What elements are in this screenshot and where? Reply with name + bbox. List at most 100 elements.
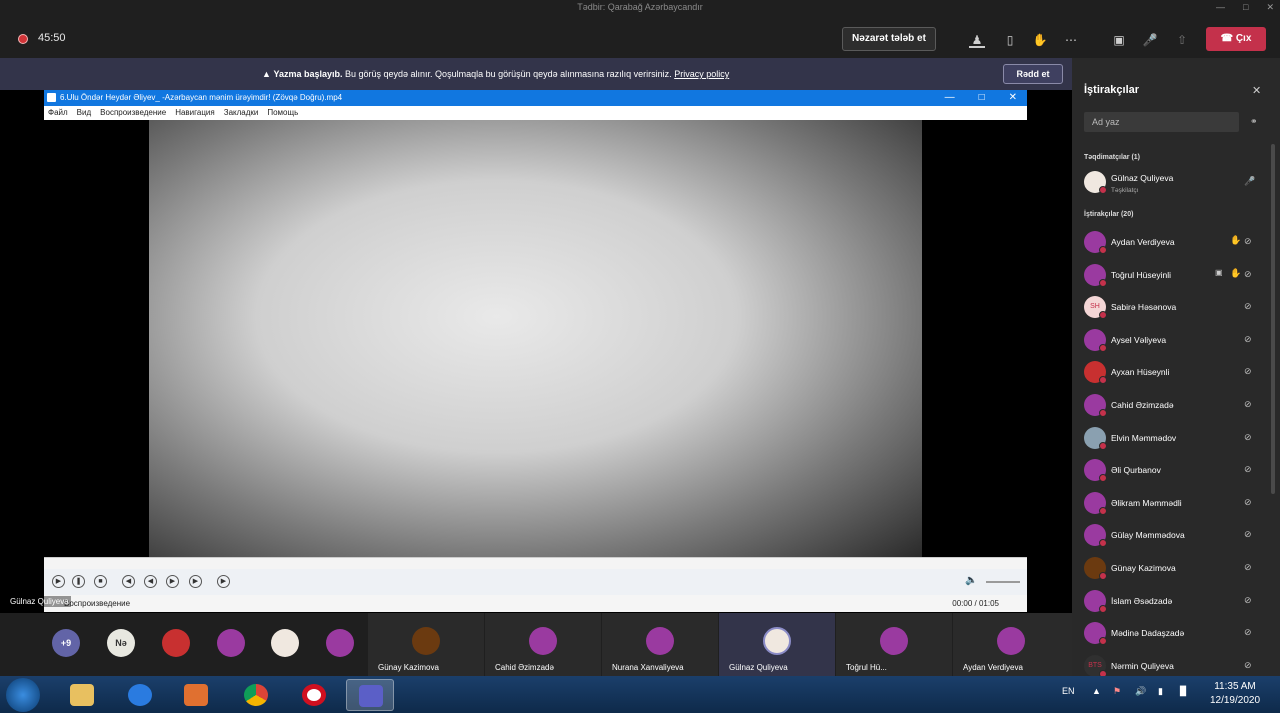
mic-muted-icon: ⊘ <box>1244 627 1252 638</box>
overflow-participants[interactable]: +9 <box>52 629 80 657</box>
avatar <box>217 629 245 657</box>
raised-hand-icon: ✋ <box>1230 267 1242 278</box>
start-button[interactable] <box>6 678 40 712</box>
close-panel-icon[interactable]: ✕ <box>1252 84 1261 97</box>
maximize-icon[interactable]: □ <box>1243 0 1248 14</box>
participant-row[interactable]: Aydan Verdiyeva ✋ ⊘ <box>1084 228 1264 256</box>
participant-row[interactable]: Gülay Məmmədova ⊘ <box>1084 521 1264 549</box>
avatar <box>1084 361 1107 385</box>
participant-row[interactable]: Ayxan Hüseynli ⊘ <box>1084 358 1264 386</box>
share-screen-icon[interactable]: ⇧ <box>1174 32 1190 48</box>
menu-file[interactable]: Файл <box>48 106 68 120</box>
player-menu: Файл Вид Воспроизведение Навигация Закла… <box>44 106 1027 120</box>
participant-row[interactable]: Əlikram Məmmədli ⊘ <box>1084 489 1264 517</box>
window-titlebar: Tədbir: Qarabağ Azərbaycandır — □ ✕ <box>0 0 1280 14</box>
volume-icon[interactable]: 🔊 <box>1135 686 1146 697</box>
participant-row[interactable]: İslam Əsədzadə ⊘ <box>1084 587 1264 615</box>
video-tile[interactable]: Toğrul Hü... <box>836 613 952 676</box>
seek-bar[interactable] <box>44 557 1027 569</box>
internet-explorer-taskbar-icon[interactable] <box>116 679 164 711</box>
video-tile[interactable]: Cahid Əzimzadə <box>485 613 601 676</box>
menu-navigation[interactable]: Навигация <box>175 106 215 120</box>
participant-row[interactable]: Toğrul Hüseyinli ▣ ✋ ⊘ <box>1084 261 1264 289</box>
media-player-taskbar-icon[interactable] <box>172 679 220 711</box>
battery-icon[interactable]: ▮ <box>1158 686 1163 697</box>
mic-off-icon[interactable]: 🎤 <box>1142 32 1158 48</box>
minimize-icon[interactable]: — <box>1216 0 1225 14</box>
play-icon[interactable]: ▶ <box>52 575 65 588</box>
player-maximize-icon[interactable]: □ <box>979 90 985 106</box>
participant-name: Nərmin Quliyeva <box>1111 660 1174 671</box>
player-minimize-icon[interactable]: — <box>945 90 955 106</box>
warning-icon: ▲ <box>262 69 271 79</box>
mic-muted-icon: ⊘ <box>1244 529 1252 540</box>
recording-icon <box>18 34 28 44</box>
volume-slider[interactable] <box>986 581 1020 583</box>
next-icon[interactable]: ▶ <box>189 575 202 588</box>
panel-scrollbar[interactable] <box>1271 144 1275 494</box>
rewind-icon[interactable]: ◀ <box>144 575 157 588</box>
video-tile-active-speaker[interactable]: Gülnaz Quliyeva <box>719 613 835 676</box>
avatar <box>1084 524 1107 548</box>
participant-role: Təşkilatçı <box>1111 187 1139 194</box>
chat-icon[interactable]: ▯ <box>1002 32 1018 48</box>
privacy-policy-link[interactable]: Privacy policy <box>674 69 729 79</box>
camera-off-icon[interactable]: ▣ <box>1111 32 1127 48</box>
participant-row[interactable]: Gülnaz Quliyeva Təşkilatçı 🎤 <box>1084 168 1264 196</box>
previous-icon[interactable]: ◀ <box>122 575 135 588</box>
language-indicator[interactable]: EN <box>1062 686 1075 696</box>
screen-share-icon: ▣ <box>1215 267 1223 277</box>
participant-row[interactable]: Günay Kazimova ⊘ <box>1084 554 1264 582</box>
participant-row[interactable]: Elvin Məmmədov ⊘ <box>1084 424 1264 452</box>
participant-row[interactable]: Mədinə Dadaşzadə ⊘ <box>1084 619 1264 647</box>
participant-name: Aydan Verdiyeva <box>1111 237 1175 247</box>
menu-bookmarks[interactable]: Закладки <box>224 106 259 120</box>
participant-row[interactable]: Cahid Əzimzadə ⊘ <box>1084 391 1264 419</box>
participant-row[interactable]: Əli Qurbanov ⊘ <box>1084 456 1264 484</box>
raised-hand-icon: ✋ <box>1230 235 1242 245</box>
participants-icon[interactable]: ♟ <box>969 32 985 48</box>
volume-icon[interactable]: 🔈 <box>965 575 977 586</box>
banner-title: Yazma başlayıb. <box>273 69 343 79</box>
attendees-header[interactable]: İştirakçılar (20) <box>1084 211 1133 218</box>
avatar: SH <box>1084 296 1107 320</box>
menu-help[interactable]: Помощь <box>267 106 298 120</box>
menu-view[interactable]: Вид <box>77 106 91 120</box>
close-icon[interactable]: ✕ <box>1266 0 1274 14</box>
pause-icon[interactable]: ❚ <box>72 575 85 588</box>
request-control-button[interactable]: Nəzarət tələb et <box>842 27 936 51</box>
video-tile[interactable]: Günay Kazimova <box>368 613 484 676</box>
teams-taskbar-icon[interactable] <box>346 679 394 711</box>
presenter-caption: Gülnaz Quliyeva <box>8 596 71 607</box>
opera-taskbar-icon[interactable] <box>290 679 338 711</box>
participant-row[interactable]: SH Sabirə Həsənova ⊘ <box>1084 293 1264 321</box>
dismiss-button[interactable]: Rədd et <box>1003 64 1063 84</box>
presenters-header[interactable]: Təqdimatçılar (1) <box>1084 154 1140 161</box>
more-options-icon[interactable]: ⋯ <box>1063 32 1079 48</box>
clock[interactable]: 11:35 AM 12/19/2020 <box>1200 680 1270 708</box>
show-hidden-icons-icon[interactable]: ▲ <box>1092 686 1101 696</box>
player-close-icon[interactable]: ✕ <box>1009 90 1017 106</box>
menu-playback[interactable]: Воспроизведение <box>100 106 166 120</box>
leave-button[interactable]: ☎ Çıx <box>1206 27 1266 51</box>
avatar <box>1084 459 1107 483</box>
network-error-icon[interactable]: ⚑ <box>1113 686 1121 697</box>
participant-search-input[interactable]: Ad yaz <box>1084 112 1239 132</box>
clock-time: 11:35 AM <box>1214 681 1256 692</box>
signal-icon[interactable]: ▉ <box>1180 686 1187 697</box>
explorer-taskbar-icon[interactable] <box>58 679 106 711</box>
chrome-taskbar-icon[interactable] <box>232 679 280 711</box>
frame-step-icon[interactable]: ▶ <box>217 575 230 588</box>
participant-name: Ayxan Hüseynli <box>1111 367 1170 378</box>
video-tile[interactable]: Nurana Xanvaliyeva <box>602 613 718 676</box>
video-tile[interactable]: Aydan Verdiyeva <box>953 613 1072 676</box>
tile-name: Cahid Əzimzadə <box>495 663 554 672</box>
participant-row[interactable]: Aysel Vəliyeva ⊘ <box>1084 326 1264 354</box>
share-invite-icon[interactable]: ⚭ <box>1250 116 1258 127</box>
mic-muted-icon: ⊘ <box>1244 236 1252 246</box>
raise-hand-icon[interactable]: ✋ <box>1032 32 1048 48</box>
avatar-initials: Nə <box>107 629 135 657</box>
player-time: 00:00 / 01:05 <box>952 599 999 608</box>
stop-icon[interactable]: ■ <box>94 575 107 588</box>
forward-icon[interactable]: ▶ <box>166 575 179 588</box>
